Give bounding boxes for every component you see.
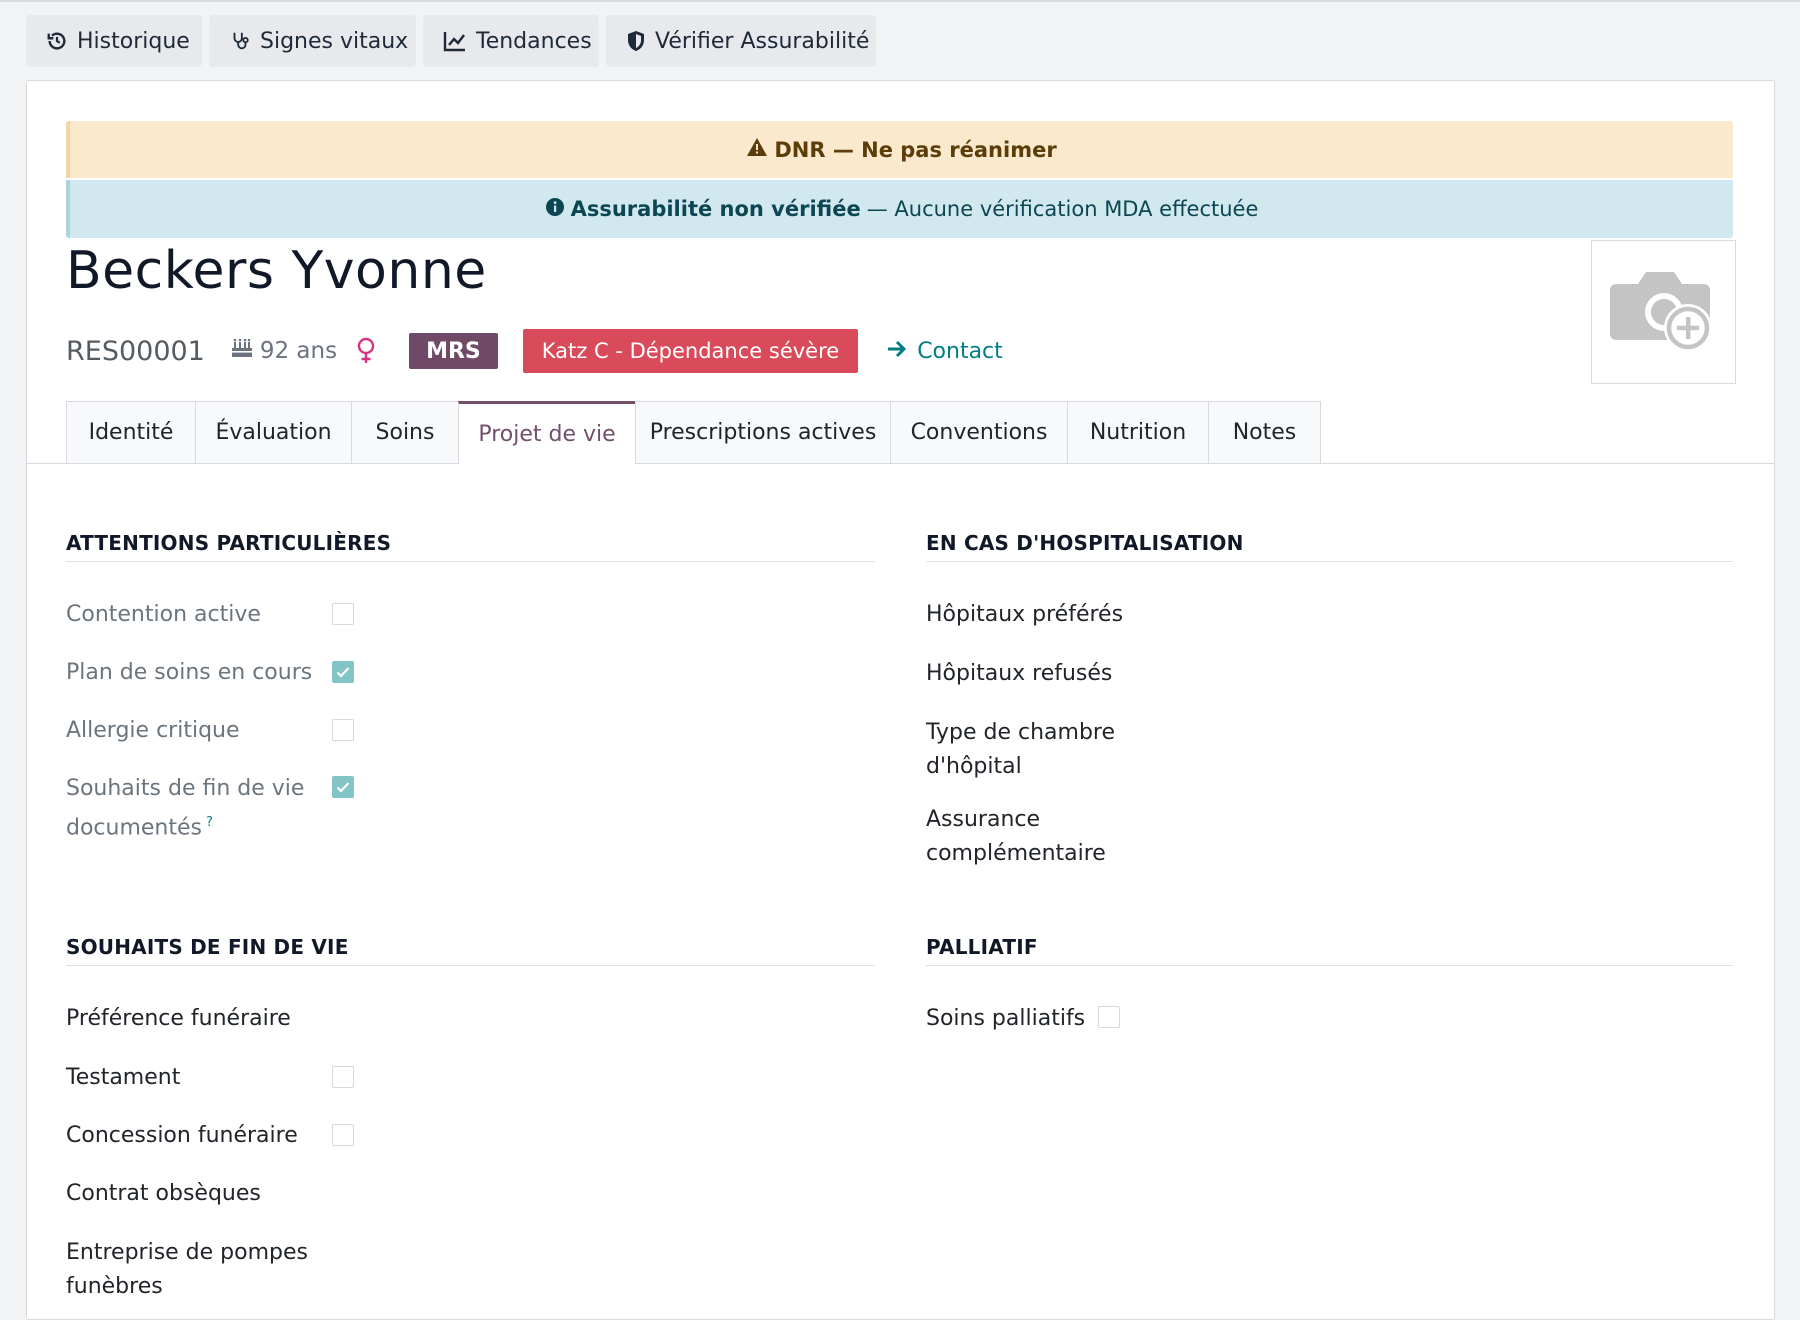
care-plan-checkbox[interactable] [332, 661, 354, 683]
top-border [0, 0, 1800, 2]
history-label: Historique [77, 28, 190, 54]
insurability-alert: Assurabilité non vérifiée — Aucune vérif… [66, 180, 1733, 238]
female-icon [357, 337, 375, 365]
insurability-alert-detail: — Aucune vérification MDA effectuée [866, 197, 1259, 221]
dnr-alert-text: DNR — Ne pas réanimer [774, 137, 1057, 162]
tab-nutrition[interactable]: Nutrition [1067, 401, 1208, 464]
hospital-room-type-label: Type de chambre d'hôpital [926, 720, 1116, 779]
form-tabs: Identité Évaluation Soins Projet de vie … [66, 401, 1321, 465]
attentions-section-title: ATTENTIONS PARTICULIÈRES [66, 531, 875, 562]
funeral-company-label: Entreprise de pompes funèbres [66, 1240, 308, 1299]
tab-evaluation[interactable]: Évaluation [195, 401, 351, 464]
refused-hospitals-label: Hôpitaux refusés [926, 661, 1113, 686]
vital-signs-button[interactable]: Signes vitaux [209, 15, 416, 67]
tab-identite[interactable]: Identité [66, 401, 195, 464]
funeral-contract-label: Contrat obsèques [66, 1181, 261, 1206]
resident-meta: RES00001 92 ans MRS Katz C - Dépendance … [66, 329, 1003, 373]
help-tooltip-icon[interactable]: ? [206, 815, 213, 830]
care-plan-label: Plan de soins en cours [66, 660, 313, 685]
birthday-cake-icon [230, 337, 254, 365]
history-button[interactable]: Historique [26, 15, 202, 67]
trends-label: Tendances [476, 28, 592, 54]
testament-label: Testament [66, 1065, 181, 1090]
contention-checkbox[interactable] [332, 603, 354, 625]
resident-photo-upload[interactable] [1591, 240, 1736, 384]
hospital-section-title: EN CAS D'HOSPITALISATION [926, 531, 1733, 562]
resident-age: 92 ans [230, 337, 337, 365]
complementary-insurance-label: Assurance complémentaire [926, 807, 1106, 866]
preferred-hospitals-label: Hôpitaux préférés [926, 602, 1124, 627]
warning-icon [746, 137, 768, 162]
critical-allergy-checkbox[interactable] [332, 719, 354, 741]
verify-insurability-button[interactable]: Vérifier Assurabilité [606, 15, 876, 67]
contact-link[interactable]: Contact [887, 339, 1003, 364]
testament-checkbox[interactable] [332, 1066, 354, 1088]
palliative-section-title: PALLIATIF [926, 935, 1733, 966]
tab-conventions[interactable]: Conventions [890, 401, 1067, 464]
insurability-alert-title: Assurabilité non vérifiée [570, 197, 861, 221]
shield-icon [626, 29, 646, 53]
tab-prescriptions-actives[interactable]: Prescriptions actives [635, 401, 890, 464]
chart-line-icon [443, 29, 467, 53]
resident-name: Beckers Yvonne [66, 241, 487, 301]
resident-age-value: 92 ans [259, 338, 338, 364]
history-icon [46, 29, 68, 53]
end-of-life-documented-checkbox[interactable] [332, 776, 354, 798]
vital-signs-label: Signes vitaux [260, 28, 409, 54]
tab-notes[interactable]: Notes [1208, 401, 1321, 464]
end-of-life-documented-text: Souhaits de fin de vie documentés [66, 776, 305, 841]
tab-soins[interactable]: Soins [351, 401, 458, 464]
palliative-care-checkbox[interactable] [1098, 1006, 1120, 1028]
end-of-life-section-title: SOUHAITS DE FIN DE VIE [66, 935, 875, 966]
stethoscope-icon [229, 29, 251, 53]
contention-label: Contention active [66, 602, 261, 627]
arrow-right-icon [887, 339, 907, 364]
type-badge: MRS [409, 333, 498, 369]
end-of-life-documented-label: Souhaits de fin de vie documentés? [66, 772, 306, 845]
funeral-concession-checkbox[interactable] [332, 1124, 354, 1146]
dnr-alert: DNR — Ne pas réanimer [66, 121, 1733, 178]
katz-badge: Katz C - Dépendance sévère [522, 329, 859, 373]
info-icon [545, 197, 565, 222]
check-icon [336, 663, 350, 682]
contact-link-label: Contact [917, 338, 1003, 364]
tab-projet-de-vie[interactable]: Projet de vie [458, 401, 635, 465]
resident-ref: RES00001 [66, 335, 205, 367]
camera-plus-icon [1608, 262, 1720, 362]
verify-insurability-label: Vérifier Assurabilité [655, 28, 870, 54]
trends-button[interactable]: Tendances [423, 15, 599, 67]
funeral-preference-label: Préférence funéraire [66, 1006, 291, 1031]
action-toolbar: Historique Signes vitaux Tendances Vérif… [26, 15, 876, 67]
palliative-care-label: Soins palliatifs [926, 1006, 1086, 1031]
funeral-concession-label: Concession funéraire [66, 1123, 298, 1148]
resident-form-sheet: DNR — Ne pas réanimer Assurabilité non v… [26, 80, 1775, 1320]
critical-allergy-label: Allergie critique [66, 718, 240, 743]
check-icon [336, 778, 350, 797]
